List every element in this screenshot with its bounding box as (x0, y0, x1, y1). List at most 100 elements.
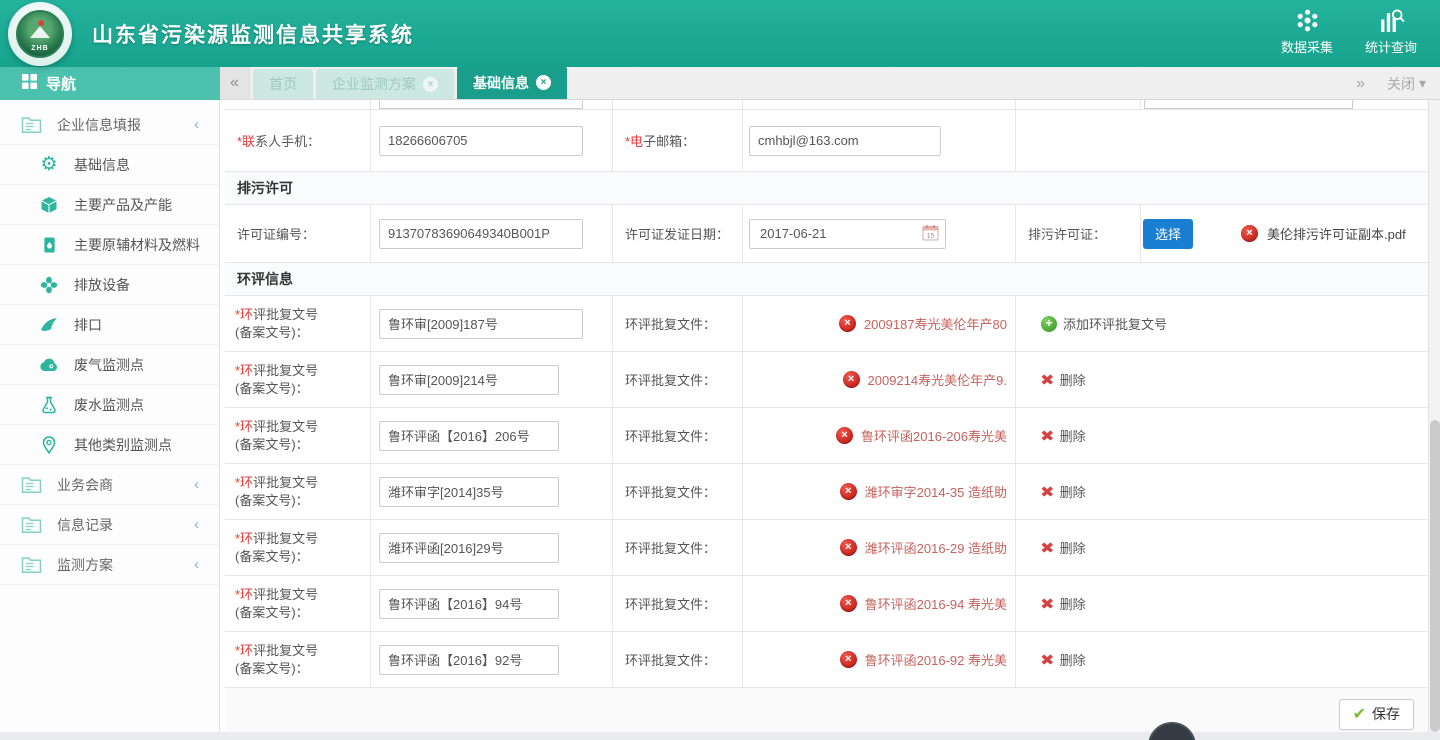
tab-plan-label: 企业监测方案 (332, 74, 416, 94)
remove-file-icon[interactable]: × (836, 427, 853, 444)
eia-file-link[interactable]: 2009214寿光美伦年产9. (868, 370, 1007, 389)
eia-doc-no-input[interactable] (379, 533, 559, 563)
delete-cross-icon[interactable]: ✖ (1040, 483, 1054, 501)
tab-enterprise-monitor-plan[interactable]: 企业监测方案 × (316, 69, 454, 99)
partial-input[interactable] (1144, 99, 1353, 109)
eia-doc-no-input[interactable] (379, 365, 559, 395)
sidebar-item-label: 主要原辅材料及燃料 (74, 235, 200, 255)
calendar-icon[interactable]: 15 (922, 224, 939, 244)
sidebar-nav: 企业信息填报 ‹ ⚙ 基础信息 主要产品及产能 主要原辅材料及燃料 排放设备 排… (0, 100, 220, 740)
app-window: ZHB 山东省污染源监测信息共享系统 数据采集 统计查询 导航 « 首页 (0, 0, 1440, 740)
horizontal-scroll-area[interactable] (0, 732, 1440, 740)
sidebar-item[interactable]: 排口 (0, 305, 219, 345)
delete-cross-icon[interactable]: ✖ (1040, 427, 1054, 445)
data-collection-button[interactable]: 数据采集 (1272, 6, 1342, 56)
delete-cross-icon[interactable]: ✖ (1040, 539, 1054, 557)
sidebar-item[interactable]: 主要原辅材料及燃料 (0, 225, 219, 265)
nav-label: 导航 (46, 73, 76, 94)
permit-cert-label: 排污许可证： (1016, 224, 1106, 243)
add-icon[interactable]: + (1041, 316, 1057, 332)
sidebar-item[interactable]: 废气监测点 (0, 345, 219, 385)
sidebar-item-label: 其他类别监测点 (74, 435, 172, 455)
permit-no-input[interactable] (379, 219, 583, 249)
close-menu-button[interactable]: 关闭 ▾ (1387, 74, 1426, 94)
remove-file-icon[interactable]: × (840, 539, 857, 556)
sidebar-item-label: 废水监测点 (74, 395, 144, 415)
delete-eia-doc-link[interactable]: 删除 (1060, 482, 1086, 501)
add-eia-doc-link[interactable]: 添加环评批复文号 (1063, 314, 1167, 333)
close-tab-icon[interactable]: × (536, 75, 551, 90)
sidebar-group-label: 监测方案 (57, 555, 113, 575)
permit-date-input[interactable]: 2017-06-21 15 (749, 219, 946, 249)
scrollbar-thumb[interactable] (1430, 420, 1440, 732)
sidebar-group-label: 业务会商 (57, 475, 113, 495)
tab-basic-info[interactable]: 基础信息 × (457, 66, 567, 99)
partial-input[interactable] (379, 99, 583, 109)
delete-eia-doc-link[interactable]: 删除 (1060, 426, 1086, 445)
remove-file-icon[interactable]: × (840, 651, 857, 668)
eia-file-link[interactable]: 潍环审字2014-35 造纸助 (865, 482, 1007, 501)
cube-icon (38, 196, 60, 214)
remove-file-icon[interactable]: × (843, 371, 860, 388)
sidebar-group[interactable]: 业务会商 ‹ (0, 465, 219, 505)
caret-down-icon: ▾ (1419, 75, 1426, 92)
choose-file-button[interactable]: 选择 (1143, 219, 1193, 249)
permit-file-name[interactable]: 美伦排污许可证副本.pdf (1267, 224, 1406, 243)
eia-file-link[interactable]: 鲁环评函2016-92 寿光美 (865, 650, 1007, 669)
collapse-tabs-button[interactable]: « (220, 66, 250, 99)
eia-doc-no-input[interactable] (379, 421, 559, 451)
sidebar-group[interactable]: 监测方案 ‹ (0, 545, 219, 585)
eia-file-link[interactable]: 2009187寿光美伦年产80 (864, 314, 1007, 333)
delete-cross-icon[interactable]: ✖ (1040, 595, 1054, 613)
eia-doc-no-input[interactable] (379, 589, 559, 619)
delete-eia-doc-link[interactable]: 删除 (1060, 594, 1086, 613)
eia-file-label: 环评批复文件： (613, 594, 716, 613)
eia-doc-no-input[interactable] (379, 309, 583, 339)
fuel-icon (38, 236, 60, 254)
vertical-scrollbar[interactable] (1428, 100, 1440, 740)
permit-date-label: 许可证发证日期： (613, 224, 729, 243)
main-content: *联系人手机： *电子邮箱： 排污许可 许可证编号： 许可证发证日期： 2017… (220, 100, 1428, 740)
sidebar-item[interactable]: 排放设备 (0, 265, 219, 305)
eia-file-link[interactable]: 潍环评函2016-29 造纸助 (865, 538, 1007, 557)
delete-eia-doc-link[interactable]: 删除 (1060, 538, 1086, 557)
sidebar-item[interactable]: 主要产品及产能 (0, 185, 219, 225)
chevron-left-icon: ‹ (194, 516, 199, 533)
sidebar-item[interactable]: 其他类别监测点 (0, 425, 219, 465)
delete-eia-doc-link[interactable]: 删除 (1060, 650, 1086, 669)
sidebar-item[interactable]: 废水监测点 (0, 385, 219, 425)
sidebar-group[interactable]: 企业信息填报 ‹ (0, 105, 219, 145)
sidebar-item-label: 基础信息 (74, 155, 130, 175)
sidebar-item[interactable]: ⚙ 基础信息 (0, 145, 219, 185)
eia-file-link[interactable]: 鲁环评函2016-206寿光美 (861, 426, 1007, 445)
eia-doc-no-input[interactable] (379, 645, 559, 675)
cloud-icon (38, 357, 60, 372)
eia-doc-label: *环评批复文号(备案文号)： (225, 576, 370, 631)
save-button[interactable]: ✔ 保存 (1339, 699, 1414, 730)
eia-doc-no-input[interactable] (379, 477, 559, 507)
eia-file-label: 环评批复文件： (613, 426, 716, 445)
delete-eia-doc-link[interactable]: 删除 (1060, 370, 1086, 389)
sidebar-group[interactable]: 信息记录 ‹ (0, 505, 219, 545)
delete-cross-icon[interactable]: ✖ (1040, 371, 1054, 389)
sidebar-group-label: 企业信息填报 (57, 115, 141, 135)
remove-file-icon[interactable]: × (1241, 225, 1258, 242)
eia-file-link[interactable]: 鲁环评函2016-94 寿光美 (865, 594, 1007, 613)
tab-home[interactable]: 首页 (253, 69, 313, 99)
close-tab-icon[interactable]: × (423, 77, 438, 92)
nav-panel-header: 导航 (0, 67, 220, 100)
stats-query-button[interactable]: 统计查询 (1356, 6, 1426, 56)
phone-input[interactable] (379, 126, 583, 156)
dots-cluster-icon (1294, 6, 1321, 34)
remove-file-icon[interactable]: × (840, 483, 857, 500)
email-input[interactable] (749, 126, 941, 156)
remove-file-icon[interactable]: × (840, 595, 857, 612)
delete-cross-icon[interactable]: ✖ (1040, 651, 1054, 669)
header-actions: 数据采集 统计查询 (1272, 6, 1426, 56)
remove-file-icon[interactable]: × (839, 315, 856, 332)
flask-icon (38, 396, 60, 414)
permit-date-value: 2017-06-21 (760, 226, 827, 241)
tab-home-label: 首页 (269, 74, 297, 94)
double-chevron-right-icon[interactable]: » (1356, 75, 1365, 93)
grid-icon (22, 74, 37, 93)
